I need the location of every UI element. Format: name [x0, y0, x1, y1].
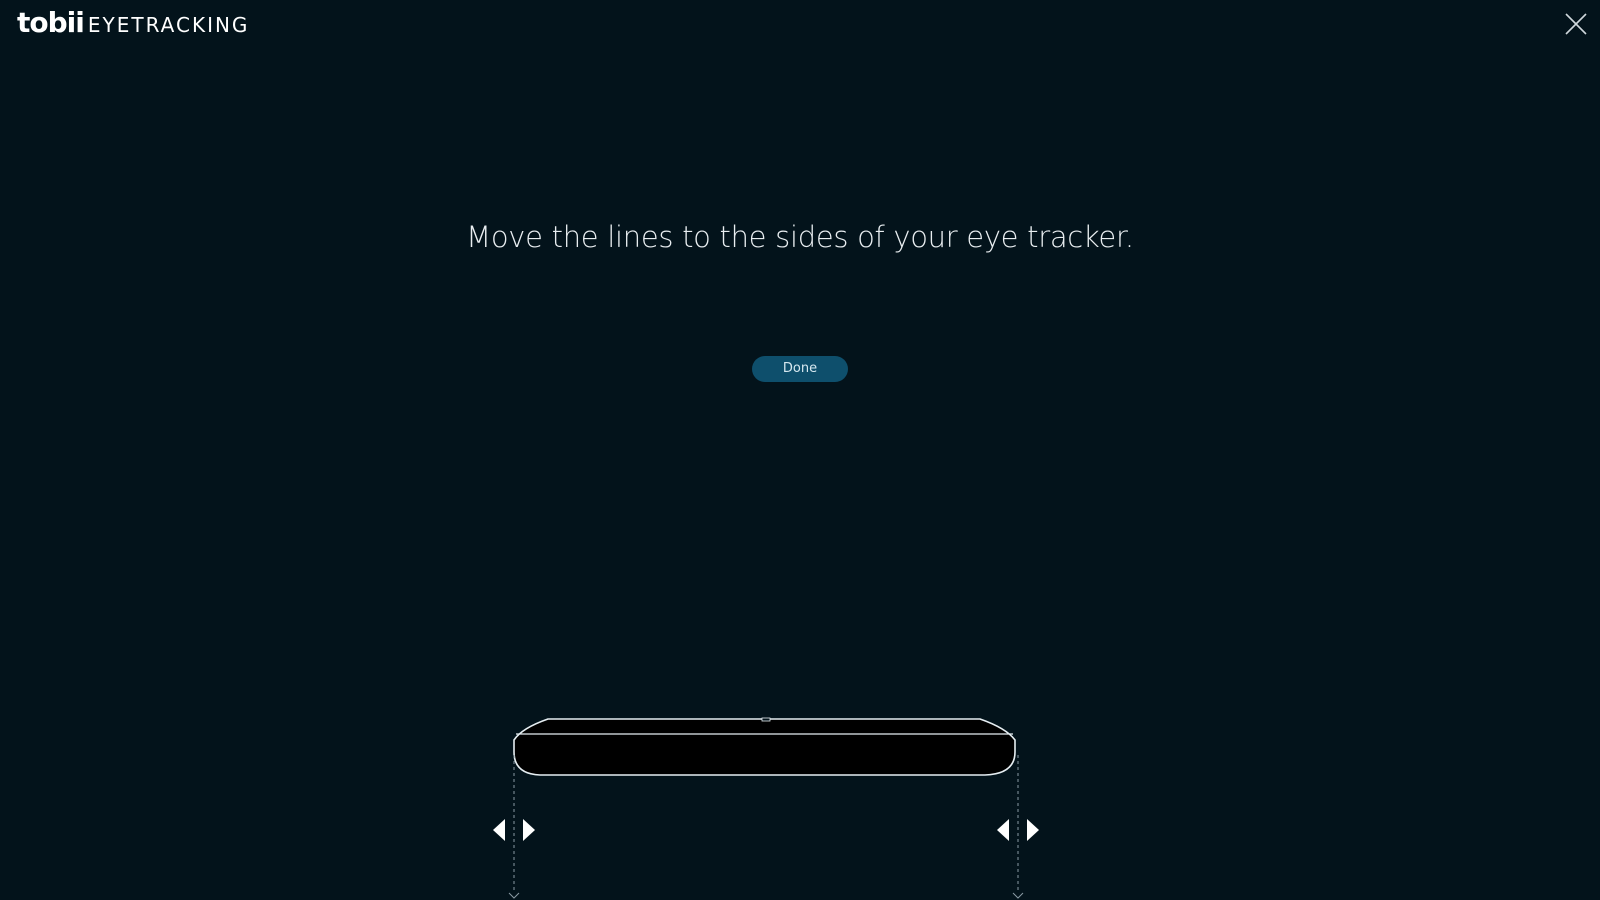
right-guide-end [1012, 892, 1024, 899]
done-button[interactable]: Done [752, 356, 848, 382]
logo-brand: tobii [17, 6, 85, 39]
arrow-left-icon [493, 819, 505, 841]
left-guide-end [508, 892, 520, 899]
tobii-logo: tobii EYETRACKING [17, 6, 249, 39]
instruction-text: Move the lines to the sides of your eye … [466, 220, 1134, 254]
close-button[interactable] [1564, 12, 1588, 36]
arrow-right-icon [1027, 819, 1039, 841]
eye-tracker-setup-screen: tobii EYETRACKING Move the lines to the … [0, 0, 1600, 900]
tracker-outline [513, 718, 1016, 776]
eye-tracker-illustration [508, 717, 1024, 899]
close-icon [1565, 13, 1587, 35]
logo-product: EYETRACKING [87, 13, 250, 37]
left-line-handle[interactable] [489, 815, 539, 845]
arrow-left-icon [997, 819, 1009, 841]
arrow-right-icon [523, 819, 535, 841]
tracker-notch [761, 717, 771, 722]
right-line-handle[interactable] [993, 815, 1043, 845]
